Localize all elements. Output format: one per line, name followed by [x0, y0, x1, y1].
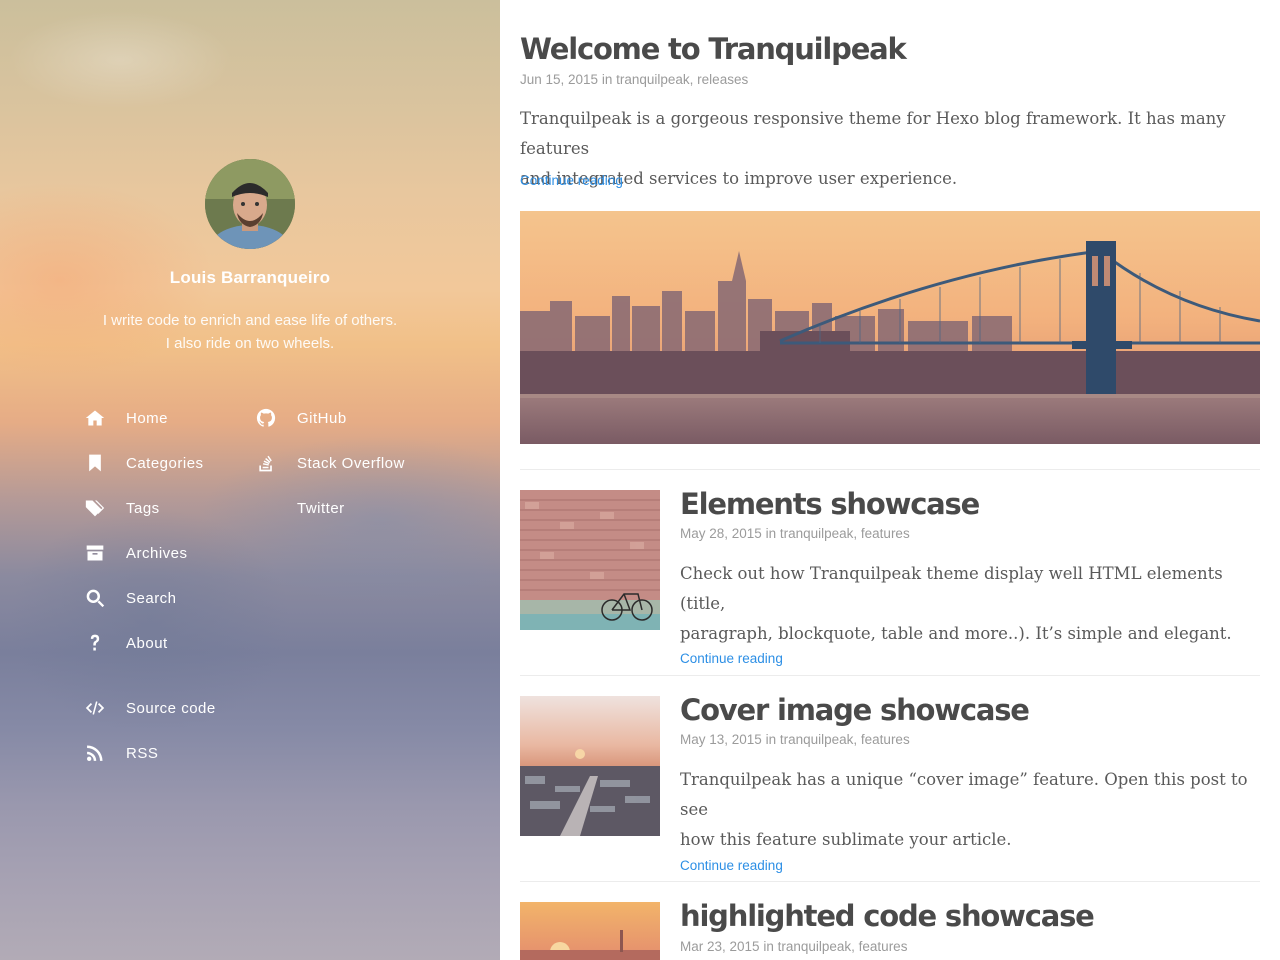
sidebar: Louis Barranqueiro I write code to enric… — [0, 0, 500, 960]
post-title[interactable]: Welcome to Tranquilpeak — [520, 32, 907, 66]
nav-label: Tags — [126, 499, 160, 517]
nav-label: Categories — [126, 454, 204, 472]
nav-label: GitHub — [297, 409, 347, 427]
github-icon — [255, 407, 277, 429]
continue-reading-link[interactable]: Continue reading — [680, 651, 783, 666]
post-meta: Jun 15, 2015 in tranquilpeak, releases — [520, 72, 748, 87]
post-title[interactable]: highlighted code showcase — [680, 899, 1095, 933]
post-excerpt-line: how this feature sublimate your article. — [680, 830, 1012, 849]
post-excerpt-line: Check out how Tranquilpeak theme display… — [680, 564, 1223, 613]
post-categories[interactable]: tranquilpeak, features — [780, 732, 910, 747]
post-categories[interactable]: tranquilpeak, features — [778, 939, 908, 954]
post-thumbnail[interactable] — [520, 902, 660, 960]
nav-about[interactable]: About — [84, 630, 168, 656]
post-thumbnail[interactable] — [520, 490, 660, 630]
bookmark-icon — [84, 452, 106, 474]
nav-twitter[interactable]: Twitter — [255, 495, 345, 521]
post-date: Mar 23, 2015 — [680, 939, 760, 954]
nav-label: Home — [126, 409, 169, 427]
author-avatar[interactable] — [205, 159, 295, 249]
post-excerpt-line: and integrated services to improve user … — [520, 169, 958, 188]
question-icon — [84, 632, 106, 654]
code-icon — [84, 697, 106, 719]
post-meta: May 13, 2015 in tranquilpeak, features — [680, 732, 910, 747]
nav-categories[interactable]: Categories — [84, 450, 204, 476]
post-divider — [520, 881, 1260, 882]
post-title[interactable]: Elements showcase — [680, 487, 980, 521]
post-excerpt-line: Tranquilpeak is a gorgeous responsive th… — [520, 109, 1226, 158]
post-meta-in: in — [765, 732, 777, 747]
nav-source-code[interactable]: Source code — [84, 695, 216, 721]
nav-archives[interactable]: Archives — [84, 540, 188, 566]
nav-label: Source code — [126, 699, 216, 717]
post-excerpt-line: paragraph, blockquote, table and more..)… — [680, 624, 1232, 643]
post-categories[interactable]: tranquilpeak, releases — [616, 72, 748, 87]
post-divider — [520, 675, 1260, 676]
post-categories[interactable]: tranquilpeak, features — [780, 526, 910, 541]
nav-label: About — [126, 634, 168, 652]
post-excerpt: Tranquilpeak has a unique “cover image” … — [680, 765, 1260, 855]
author-bio-line: I write code to enrich and ease life of … — [102, 312, 398, 329]
twitter-icon — [255, 497, 277, 519]
rss-icon — [84, 742, 106, 764]
nav-label: Twitter — [297, 499, 345, 517]
post-meta: May 28, 2015 in tranquilpeak, features — [680, 526, 910, 541]
post-cover-image[interactable] — [520, 211, 1260, 444]
nav-label: RSS — [126, 744, 159, 762]
nav-label: Stack Overflow — [297, 454, 405, 472]
author-bio-line: I also ride on two wheels. — [165, 335, 335, 352]
nav-tags[interactable]: Tags — [84, 495, 160, 521]
nav-rss[interactable]: RSS — [84, 740, 158, 766]
archive-icon — [84, 542, 106, 564]
post-date: May 13, 2015 — [680, 732, 762, 747]
post-meta-in: in — [763, 939, 774, 954]
nav-label: Archives — [126, 544, 188, 562]
post-excerpt: Tranquilpeak is a gorgeous responsive th… — [520, 104, 1260, 194]
continue-reading-link[interactable]: Continue reading — [680, 858, 783, 873]
post-excerpt-line: Tranquilpeak has a unique “cover image” … — [680, 770, 1248, 819]
post-date: Jun 15, 2015 — [520, 72, 599, 87]
home-icon — [84, 407, 106, 429]
author-name[interactable]: Louis Barranqueiro — [0, 268, 500, 288]
post-meta-in: in — [601, 72, 613, 87]
continue-reading-link[interactable]: Continue reading — [520, 173, 623, 188]
post-meta: Mar 23, 2015 in tranquilpeak, features — [680, 939, 907, 954]
tags-icon — [84, 497, 106, 519]
author-bio: I write code to enrich and ease life of … — [0, 309, 500, 355]
post-date: May 28, 2015 — [680, 526, 762, 541]
post-divider — [520, 469, 1260, 470]
nav-search[interactable]: Search — [84, 585, 177, 611]
search-icon — [84, 587, 106, 609]
nav-home[interactable]: Home — [84, 405, 168, 431]
post-thumbnail[interactable] — [520, 696, 660, 836]
post-title[interactable]: Cover image showcase — [680, 693, 1030, 727]
nav-stackoverflow[interactable]: Stack Overflow — [255, 450, 405, 476]
nav-label: Search — [126, 589, 177, 607]
post-excerpt: Check out how Tranquilpeak theme display… — [680, 559, 1260, 649]
stackoverflow-icon — [255, 452, 277, 474]
post-meta-in: in — [765, 526, 777, 541]
main-content: Welcome to Tranquilpeak Jun 15, 2015 in … — [500, 0, 1280, 960]
nav-github[interactable]: GitHub — [255, 405, 347, 431]
